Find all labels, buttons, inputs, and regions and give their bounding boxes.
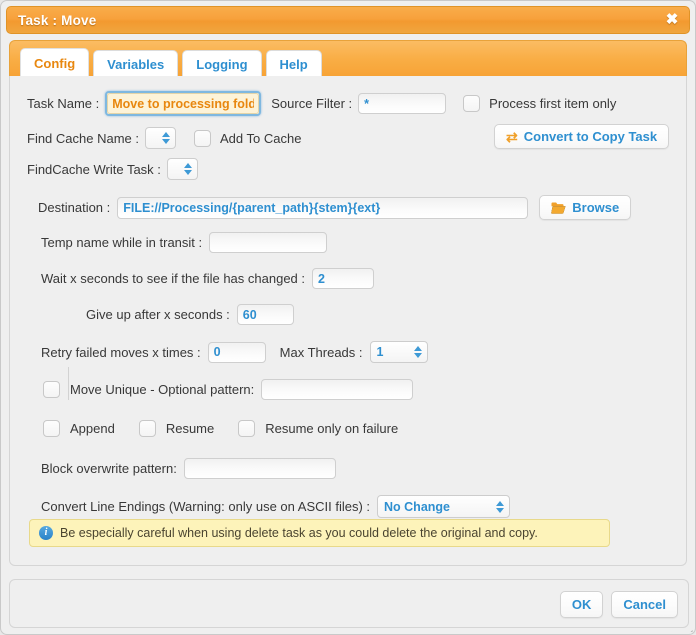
findcache-write-task-label: FindCache Write Task : xyxy=(27,161,161,177)
folder-open-icon xyxy=(551,202,566,214)
browse-button-label: Browse xyxy=(572,200,620,215)
dialog-titlebar: Task : Move ✖ xyxy=(6,6,690,34)
chevron-updown-icon xyxy=(162,131,171,145)
wait-seconds-input[interactable] xyxy=(312,268,374,289)
max-threads-value: 1 xyxy=(376,345,384,359)
source-filter-label: Source Filter : xyxy=(271,96,353,111)
chevron-updown-icon xyxy=(183,162,193,176)
destination-row: Destination : Browse xyxy=(38,195,632,220)
append-resume-row: Append Resume Resume only on failure xyxy=(43,420,398,437)
resume-only-on-failure-label: Resume only on failure xyxy=(265,421,399,436)
source-filter-input[interactable] xyxy=(358,93,447,114)
convert-line-endings-row: Convert Line Endings (Warning: only use … xyxy=(41,495,511,518)
convert-line-endings-value: No Change xyxy=(384,499,450,514)
warning-banner: i Be especially careful when using delet… xyxy=(29,519,610,547)
append-checkbox[interactable] xyxy=(43,420,60,437)
close-icon[interactable]: ✖ xyxy=(663,11,681,29)
task-name-field-wrapper xyxy=(105,91,262,116)
temp-name-row: Temp name while in transit : xyxy=(41,232,328,253)
tab-bar: Config Variables Logging Help xyxy=(9,40,687,77)
temp-name-input[interactable] xyxy=(209,232,328,253)
wait-seconds-row: Wait x seconds to see if the file has ch… xyxy=(41,268,374,289)
max-threads-select[interactable]: 1 xyxy=(369,341,428,363)
task-move-dialog: Task : Move ✖ Config Variables Logging H… xyxy=(0,0,696,635)
find-cache-name-select[interactable] xyxy=(145,127,176,149)
move-unique-row: Move Unique - Optional pattern: xyxy=(43,379,414,400)
give-up-row: Give up after x seconds : xyxy=(86,304,294,325)
dialog-title: Task : Move xyxy=(18,13,97,28)
move-unique-label: Move Unique - Optional pattern: xyxy=(70,382,255,397)
give-up-label: Give up after x seconds : xyxy=(86,307,230,322)
convert-line-endings-label: Convert Line Endings (Warning: only use … xyxy=(41,499,371,514)
retry-input[interactable] xyxy=(207,341,266,363)
convert-line-endings-select[interactable]: No Change xyxy=(377,495,511,518)
add-to-cache-checkbox[interactable] xyxy=(194,129,211,147)
process-first-item-checkbox[interactable] xyxy=(463,95,481,112)
ok-button[interactable]: OK xyxy=(559,591,604,618)
temp-name-label: Temp name while in transit : xyxy=(41,235,203,250)
tab-help[interactable]: Help xyxy=(265,50,322,77)
process-first-item-label: Process first item only xyxy=(489,96,617,111)
destination-input[interactable] xyxy=(117,196,529,219)
destination-label: Destination : xyxy=(38,200,111,215)
findcache-write-task-row: FindCache Write Task : xyxy=(27,158,198,180)
chevron-updown-icon xyxy=(496,500,505,514)
block-overwrite-input[interactable] xyxy=(183,458,336,479)
convert-to-copy-task-row: ⇄ Convert to Copy Task xyxy=(494,124,670,149)
find-cache-name-label: Find Cache Name : xyxy=(27,130,139,146)
retry-row: Retry failed moves x times : Max Threads… xyxy=(41,341,428,363)
tab-variables[interactable]: Variables xyxy=(93,50,179,77)
add-to-cache-label: Add To Cache xyxy=(220,130,302,146)
wait-seconds-label: Wait x seconds to see if the file has ch… xyxy=(41,271,305,286)
find-cache-name-row: Find Cache Name : Add To Cache xyxy=(27,127,301,149)
tab-config[interactable]: Config xyxy=(20,48,90,77)
browse-button[interactable]: Browse xyxy=(539,195,632,220)
task-name-input[interactable] xyxy=(107,93,260,114)
resize-grip[interactable] xyxy=(681,620,693,632)
cancel-button[interactable]: Cancel xyxy=(611,591,678,618)
convert-to-copy-task-label: Convert to Copy Task xyxy=(523,129,658,144)
give-up-input[interactable] xyxy=(236,304,294,325)
append-label: Append xyxy=(70,421,115,436)
task-name-row: Task Name : Source Filter : Process firs… xyxy=(27,91,616,116)
resume-label: Resume xyxy=(165,421,215,436)
move-unique-pattern-input[interactable] xyxy=(261,379,414,400)
resume-checkbox[interactable] xyxy=(138,420,156,437)
footer-buttons: OK Cancel xyxy=(559,591,678,618)
block-overwrite-row: Block overwrite pattern: xyxy=(41,458,336,479)
task-name-label: Task Name : xyxy=(27,96,100,111)
dialog-footer: OK Cancel xyxy=(9,579,689,628)
tab-logging[interactable]: Logging xyxy=(182,50,262,77)
move-unique-checkbox[interactable] xyxy=(43,381,60,398)
chevron-updown-icon xyxy=(413,345,423,359)
findcache-write-task-select[interactable] xyxy=(166,158,198,180)
max-threads-label: Max Threads : xyxy=(279,344,363,360)
config-panel: Task Name : Source Filter : Process firs… xyxy=(9,76,687,566)
retry-label: Retry failed moves x times : xyxy=(41,344,201,360)
block-overwrite-label: Block overwrite pattern: xyxy=(41,461,177,476)
convert-to-copy-task-button[interactable]: ⇄ Convert to Copy Task xyxy=(494,124,670,149)
info-icon: i xyxy=(39,526,53,540)
convert-arrows-icon: ⇄ xyxy=(506,128,518,145)
warning-text: Be especially careful when using delete … xyxy=(60,526,538,540)
resume-only-on-failure-checkbox[interactable] xyxy=(238,420,256,437)
